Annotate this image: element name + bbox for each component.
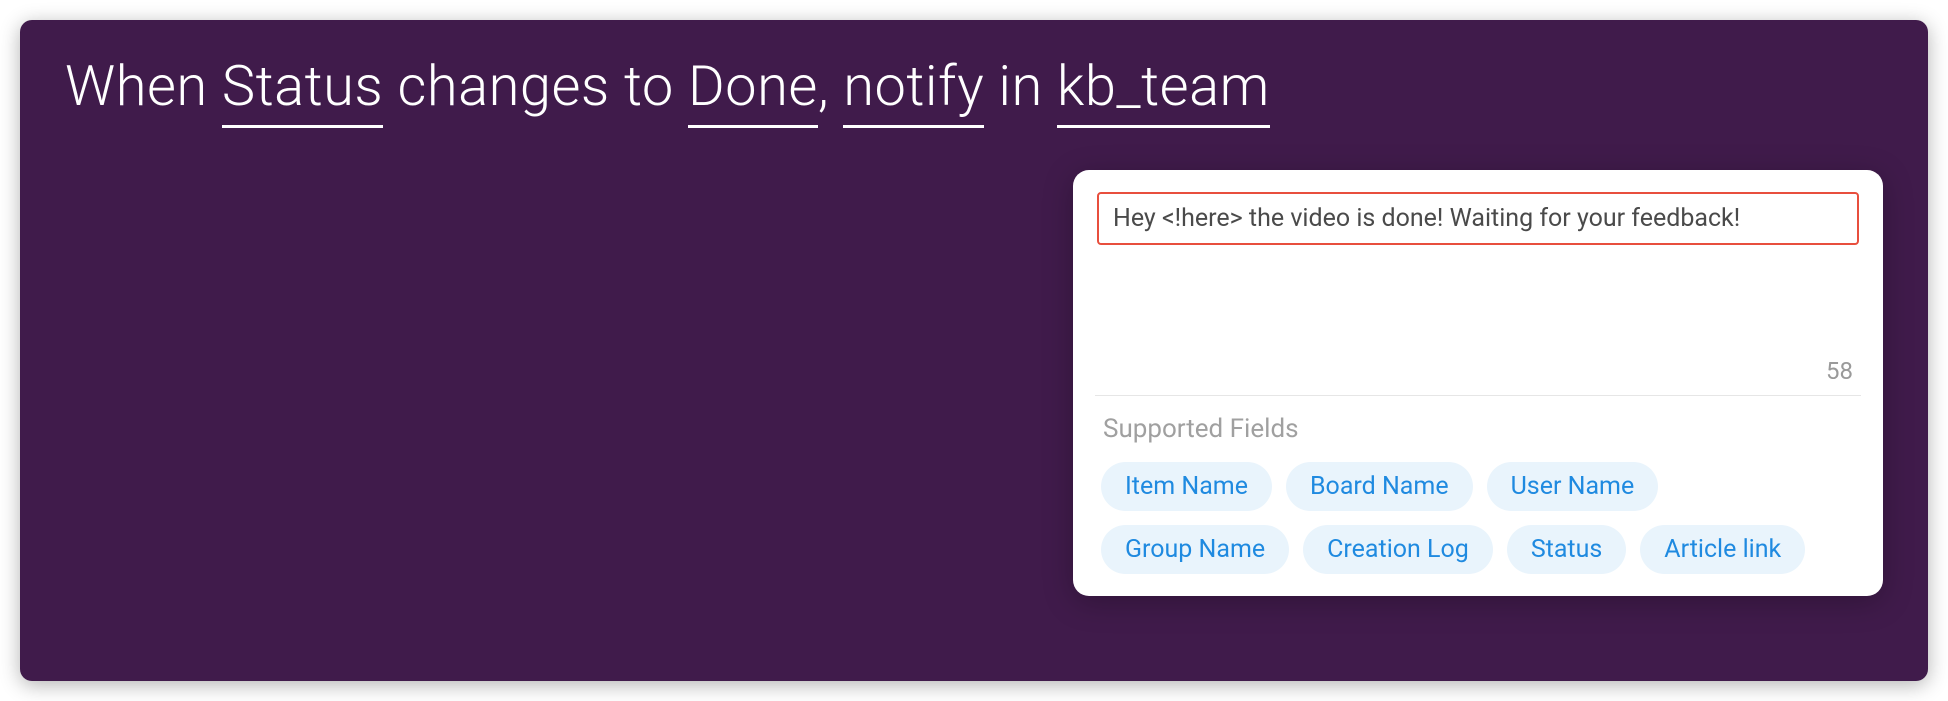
field-chip-board-name[interactable]: Board Name	[1286, 462, 1473, 511]
automation-card: When Status changes to Done, notify in k…	[20, 20, 1928, 681]
automation-sentence: When Status changes to Done, notify in k…	[65, 50, 1883, 128]
supported-fields-label: Supported Fields	[1097, 414, 1859, 444]
sentence-text-when: When	[65, 53, 208, 119]
field-chip-article-link[interactable]: Article link	[1640, 525, 1805, 574]
column-selector[interactable]: Status	[222, 50, 383, 128]
supported-fields-chips: Item Name Board Name User Name Group Nam…	[1097, 462, 1859, 574]
message-input-container	[1097, 192, 1859, 245]
channel-selector[interactable]: kb_team	[1057, 50, 1270, 128]
field-chip-group-name[interactable]: Group Name	[1101, 525, 1289, 574]
field-chip-creation-log[interactable]: Creation Log	[1303, 525, 1493, 574]
divider	[1095, 395, 1861, 396]
sentence-comma: ,	[818, 53, 829, 119]
sentence-text-in: in	[998, 53, 1042, 119]
value-selector[interactable]: Done	[688, 50, 818, 128]
field-chip-user-name[interactable]: User Name	[1487, 462, 1659, 511]
char-counter: 58	[1097, 257, 1859, 395]
message-input[interactable]	[1113, 204, 1843, 233]
field-chip-status[interactable]: Status	[1507, 525, 1626, 574]
action-selector[interactable]: notify	[843, 50, 984, 128]
sentence-text-changes-to: changes to	[397, 53, 673, 119]
field-chip-item-name[interactable]: Item Name	[1101, 462, 1272, 511]
message-editor-panel: 58 Supported Fields Item Name Board Name…	[1073, 170, 1883, 596]
